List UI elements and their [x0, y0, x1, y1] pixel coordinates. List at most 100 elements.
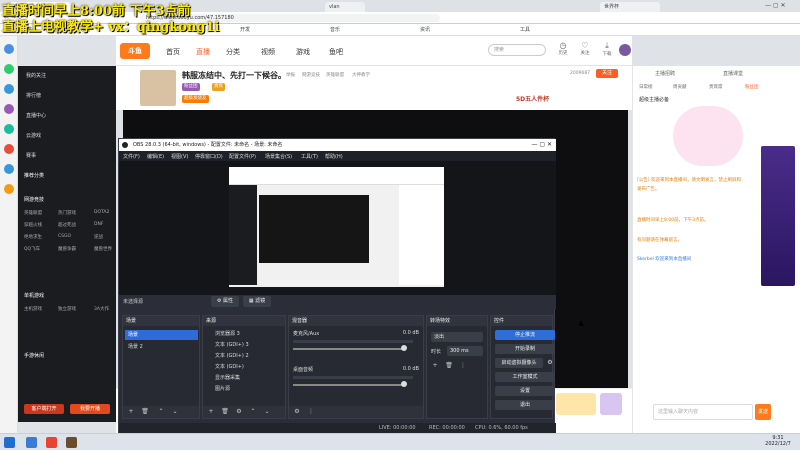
source-item[interactable]: 显示器采集	[205, 374, 285, 383]
category-link[interactable]: 热门游戏	[58, 210, 76, 216]
browser-icon[interactable]	[46, 437, 57, 448]
follow-button[interactable]: 关注	[596, 69, 618, 78]
down-icon[interactable]: ⌄	[171, 408, 179, 416]
history-icon[interactable]: ◷ 历史	[552, 41, 574, 56]
transition-select[interactable]: 淡出	[431, 332, 483, 342]
clock[interactable]: 9:31 2022/12/7	[760, 435, 796, 447]
promo-banner[interactable]	[761, 146, 795, 286]
gift-icon[interactable]	[556, 393, 596, 415]
search-icon[interactable]	[26, 437, 37, 448]
browser-tab[interactable]: vlan	[325, 2, 365, 12]
settings-button[interactable]: 设置	[495, 386, 555, 396]
chat-input[interactable]: 这里输入聊天内容	[653, 404, 753, 420]
app-icon[interactable]	[66, 437, 77, 448]
sidebar-item-follow[interactable]: 我的关注	[26, 72, 46, 79]
category-link[interactable]: 3A大作	[94, 306, 109, 312]
source-item[interactable]: 文本 (GDI+) 3	[205, 341, 285, 350]
sidebar-item-cloud[interactable]: 云游戏	[26, 132, 41, 139]
source-item[interactable]: 浏览器源 3	[205, 330, 285, 339]
category-link[interactable]: DNF	[94, 222, 103, 227]
sidebar-item-center[interactable]: 直播中心	[26, 112, 46, 119]
source-item[interactable]: 文本 (GDI+)	[205, 363, 285, 372]
trash-icon[interactable]: 🗑	[221, 408, 229, 416]
category-link[interactable]: 魔兽世界	[94, 246, 112, 252]
scene-item[interactable]: 场景	[125, 330, 198, 340]
streamer-avatar[interactable]	[140, 70, 176, 106]
source-item[interactable]: 文本 (GDI+) 2	[205, 352, 285, 361]
up-icon[interactable]: ⌃	[157, 408, 165, 416]
gear-icon[interactable]: ⚙	[293, 408, 301, 416]
sidebar-item-match[interactable]: 赛事	[26, 152, 36, 159]
app-icon[interactable]	[4, 164, 14, 174]
report-link[interactable]: 举报	[286, 72, 295, 78]
up-icon[interactable]: ⌃	[249, 408, 257, 416]
nav-live[interactable]: 直播	[196, 47, 210, 57]
add-icon[interactable]: +	[207, 408, 215, 416]
volume-slider-handle[interactable]	[401, 381, 407, 387]
duration-input[interactable]: 300 ms	[447, 346, 483, 356]
trash-icon[interactable]: 🗑	[445, 362, 453, 370]
gear-icon[interactable]: ⚙	[235, 408, 243, 416]
send-button[interactable]: 发送	[755, 404, 771, 420]
filters-button[interactable]: ▦ 滤镜	[243, 296, 271, 307]
start-recording-button[interactable]: 开始录制	[495, 344, 555, 354]
volume-slider-handle[interactable]	[401, 345, 407, 351]
more-icon[interactable]: ⋮	[459, 362, 467, 370]
studio-mode-button[interactable]: 工作室模式	[495, 372, 555, 382]
add-icon[interactable]: +	[127, 408, 135, 416]
avatar[interactable]	[619, 44, 631, 56]
bookmark[interactable]: 工具	[520, 26, 530, 34]
browser-tab[interactable]: 世界杯	[600, 2, 660, 12]
search-input[interactable]: 搜索	[488, 44, 546, 56]
trash-icon[interactable]: 🗑	[141, 408, 149, 416]
start-icon[interactable]	[4, 437, 15, 448]
add-icon[interactable]: +	[431, 362, 439, 370]
category-link[interactable]: 穿越火线	[24, 222, 42, 228]
virtual-camera-button[interactable]: 启动虚拟摄像头	[495, 358, 543, 368]
site-logo[interactable]: 斗鱼	[120, 43, 150, 59]
down-icon[interactable]: ⌄	[263, 408, 271, 416]
properties-button[interactable]: ⚙ 属性	[211, 296, 239, 307]
category-link[interactable]: CSGO	[58, 234, 71, 239]
start-stream-button[interactable]: 我要开播	[70, 404, 110, 414]
app-icon[interactable]	[4, 184, 14, 194]
category-link[interactable]: 主机游戏	[24, 306, 42, 312]
app-icon[interactable]	[4, 144, 14, 154]
obs-menu-edit[interactable]: 编辑(E)	[147, 153, 164, 160]
category-tag[interactable]: 网游竞技	[302, 72, 320, 78]
bookmark[interactable]: 开发	[240, 26, 250, 34]
category-link[interactable]: QQ飞车	[24, 246, 40, 252]
app-icon[interactable]	[4, 104, 14, 114]
window-controls[interactable]: — ▢ ✕	[765, 2, 786, 9]
obs-menu-dock[interactable]: 停靠窗口(D)	[195, 153, 223, 160]
exit-button[interactable]: 退出	[495, 400, 555, 410]
nav-forum[interactable]: 鱼吧	[329, 47, 343, 57]
nav-video[interactable]: 视频	[261, 47, 275, 57]
more-icon[interactable]: ⋮	[307, 408, 315, 416]
bookmark[interactable]: 资讯	[420, 26, 430, 34]
category-link[interactable]: 独立游戏	[58, 306, 76, 312]
obs-menu-tools[interactable]: 工具(T)	[301, 153, 318, 160]
category-tag[interactable]: 英雄联盟	[326, 72, 344, 78]
obs-menu-scenes[interactable]: 场景集合(S)	[265, 153, 292, 160]
obs-menu-file[interactable]: 文件(F)	[123, 153, 140, 160]
category-tag[interactable]: 大神教学	[352, 72, 370, 78]
nav-category[interactable]: 分类	[226, 47, 240, 57]
category-link[interactable]: 绝地求生	[24, 234, 42, 240]
obs-window-controls[interactable]: — ▢ ✕	[531, 139, 552, 151]
bookmark[interactable]: 音乐	[330, 26, 340, 34]
scene-item[interactable]: 场景 2	[125, 342, 198, 352]
rank-tab[interactable]: 粉丝团	[745, 84, 759, 90]
category-link[interactable]: 逆战	[94, 234, 103, 240]
volume-slider[interactable]	[293, 348, 403, 350]
obs-menu-view[interactable]: 视图(V)	[171, 153, 188, 160]
obs-preview[interactable]	[119, 161, 556, 295]
rank-tab[interactable]: 周贡献	[673, 84, 687, 90]
gift-icon[interactable]	[600, 393, 622, 415]
nav-game[interactable]: 游戏	[296, 47, 310, 57]
category-link[interactable]: 英雄联盟	[24, 210, 42, 216]
nav-home[interactable]: 首页	[166, 47, 180, 57]
follow-icon[interactable]: ♡ 关注	[574, 41, 596, 56]
rank-tab[interactable]: 贵宾席	[709, 84, 723, 90]
obs-menu-profile[interactable]: 配置文件(P)	[229, 153, 256, 160]
